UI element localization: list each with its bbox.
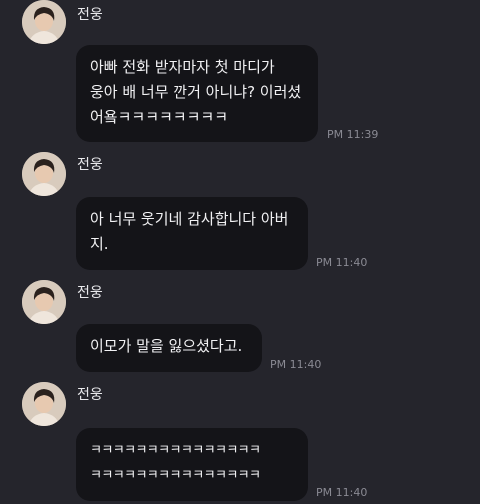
message-bubble[interactable]: 아빠 전화 받자마자 첫 마디가 웅아 배 너무 깐거 아니냐? 이러셨 어욬ㅋ… <box>76 45 318 142</box>
sender-name: 전웅 <box>77 285 103 301</box>
message-bubble[interactable]: 아 너무 웃기네 감사합니다 아버 지. <box>76 197 308 270</box>
avatar-image <box>22 152 66 196</box>
message-bubble[interactable]: ㅋㅋㅋㅋㅋㅋㅋㅋㅋㅋㅋㅋㅋㅋㅋ ㅋㅋㅋㅋㅋㅋㅋㅋㅋㅋㅋㅋㅋㅋㅋ <box>76 428 308 501</box>
avatar[interactable] <box>22 0 66 44</box>
message-time: PM 11:40 <box>270 358 322 371</box>
message-time: PM 11:40 <box>316 256 368 269</box>
sender-name: 전웅 <box>77 7 103 23</box>
message-time: PM 11:40 <box>316 486 368 499</box>
avatar[interactable] <box>22 382 66 426</box>
avatar[interactable] <box>22 152 66 196</box>
sender-name: 전웅 <box>77 387 103 403</box>
sender-name: 전웅 <box>77 157 103 173</box>
message-time: PM 11:39 <box>327 128 379 141</box>
message-bubble[interactable]: 이모가 말을 잃으셨다고. <box>76 324 262 372</box>
avatar-image <box>22 280 66 324</box>
avatar-image <box>22 0 66 44</box>
avatar[interactable] <box>22 280 66 324</box>
avatar-image <box>22 382 66 426</box>
